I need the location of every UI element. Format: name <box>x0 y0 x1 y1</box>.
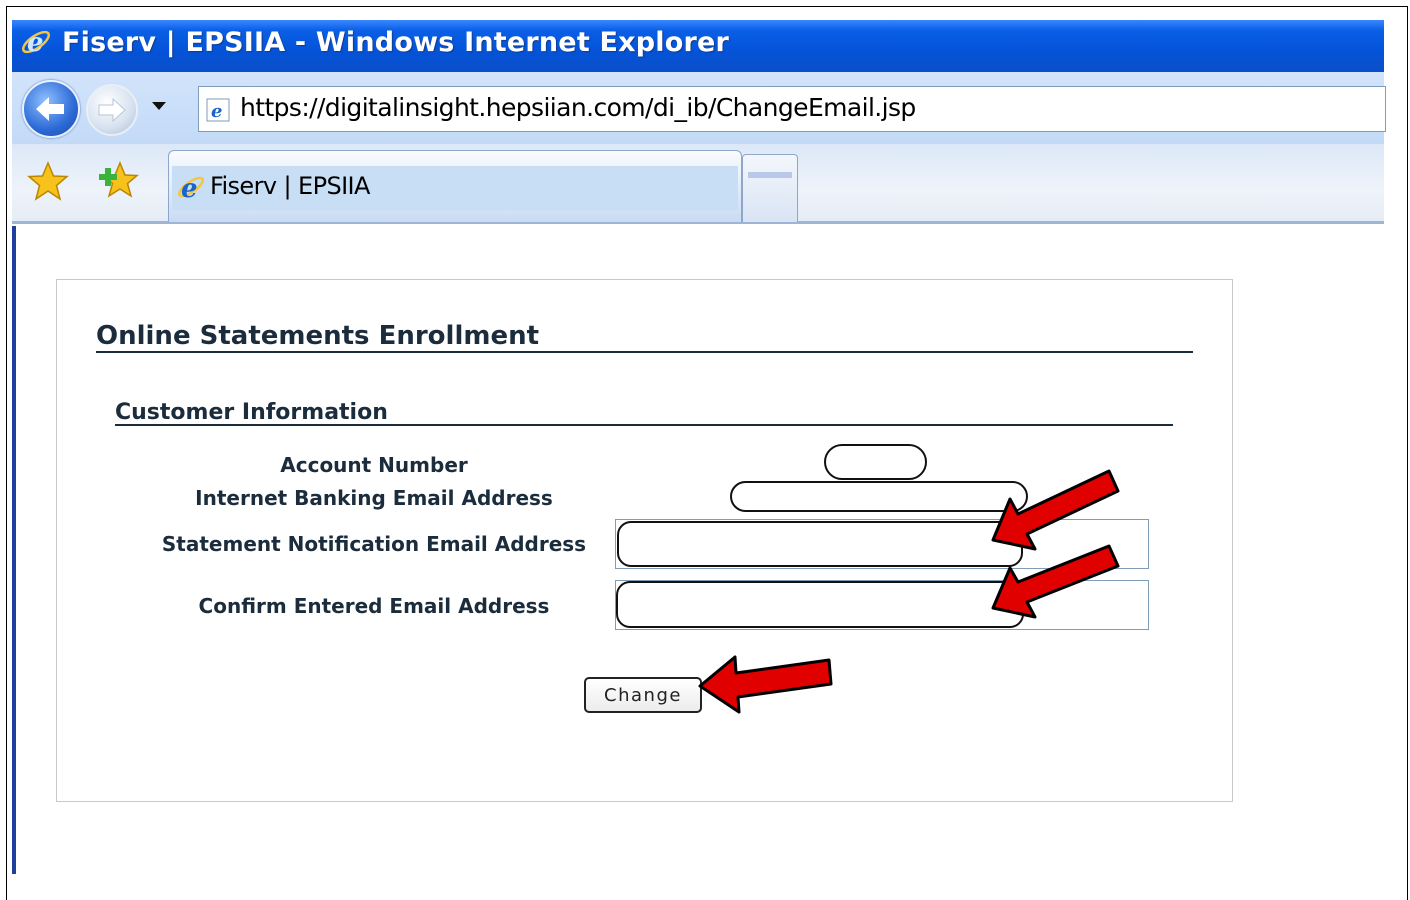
window-title: Fiserv | EPSIIA - Windows Internet Explo… <box>62 27 730 58</box>
new-tab-strip <box>748 172 792 178</box>
account-number-label: Account Number <box>280 453 468 477</box>
section-divider <box>115 424 1173 426</box>
confirm-email-input[interactable] <box>616 581 1024 628</box>
forward-button[interactable] <box>86 84 138 136</box>
section-title: Customer Information <box>115 400 388 425</box>
internet-banking-email-value <box>730 481 1028 512</box>
ie-icon: e <box>21 28 51 58</box>
svg-text:e: e <box>27 28 44 58</box>
confirm-email-label: Confirm Entered Email Address <box>198 594 550 618</box>
star-icon[interactable] <box>26 160 70 204</box>
title-divider <box>96 351 1193 353</box>
svg-text:e: e <box>181 174 198 202</box>
page-title: Online Statements Enrollment <box>96 321 540 351</box>
change-button[interactable]: Change <box>584 677 702 713</box>
address-url[interactable]: https://digitalinsight.hepsiian.com/di_i… <box>240 93 916 122</box>
back-arrow-icon <box>36 97 64 121</box>
back-button[interactable] <box>22 80 80 138</box>
new-tab-button[interactable] <box>742 154 798 222</box>
statement-notification-email-label: Statement Notification Email Address <box>161 532 587 556</box>
add-star-icon[interactable] <box>96 158 140 202</box>
statement-notification-email-input[interactable] <box>617 521 1023 567</box>
tab-label[interactable]: Fiserv | EPSIIA <box>210 172 370 200</box>
svg-text:e: e <box>211 101 222 122</box>
ie-tab-icon: e <box>177 174 205 202</box>
page-icon: e <box>206 98 230 122</box>
page-left-border <box>12 226 16 874</box>
recent-pages-dropdown[interactable] <box>152 102 166 110</box>
account-number-value <box>824 444 927 480</box>
internet-banking-email-label: Internet Banking Email Address <box>195 486 553 510</box>
forward-arrow-icon <box>98 97 126 123</box>
